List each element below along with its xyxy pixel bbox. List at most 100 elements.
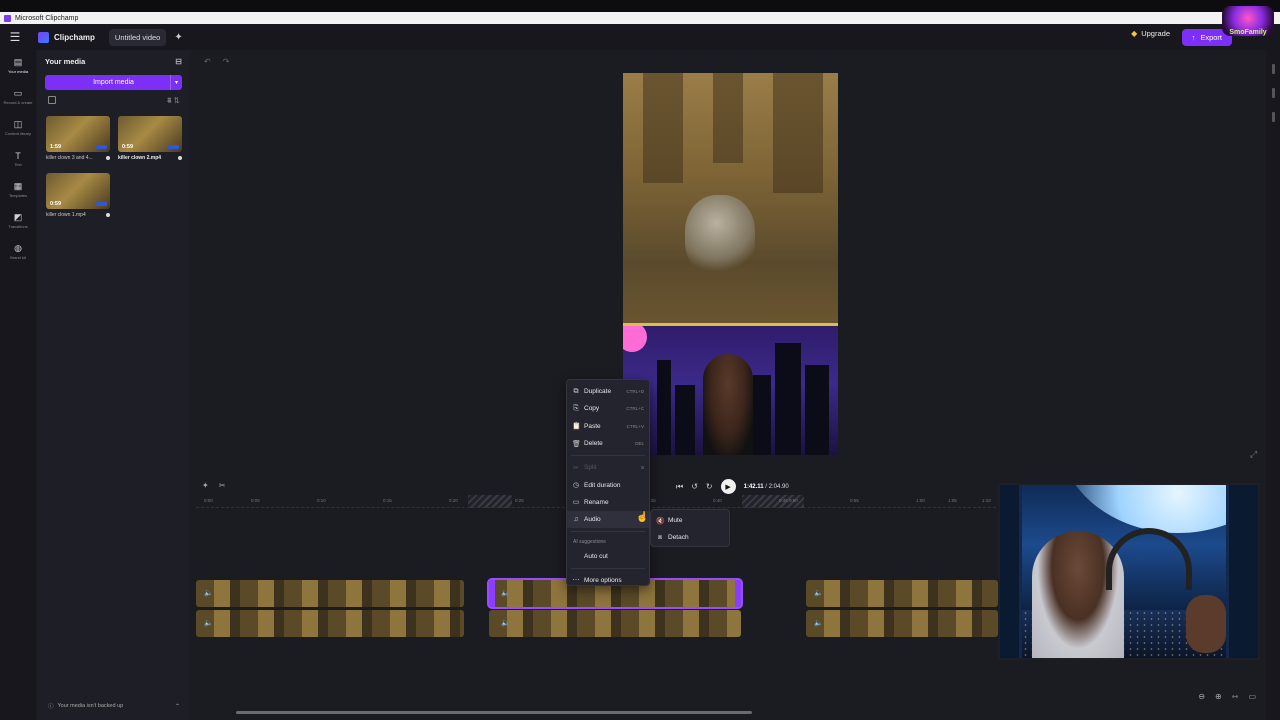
clipchamp-logo-icon (38, 31, 49, 43)
split-icon: ✂ (573, 464, 579, 472)
backup-notice-text: Your media isn't backed up (57, 703, 124, 709)
menu-icon[interactable]: ☰ (0, 24, 30, 50)
menu-item-detach[interactable]: ⧈ Detach (651, 529, 729, 546)
gameplay-preview (623, 73, 838, 326)
rail-item-transitions[interactable]: ◩ Transitions (0, 205, 36, 236)
chevron-up-icon[interactable]: ⌃ (175, 703, 180, 710)
mute-speaker-icon: 🔇 (656, 517, 665, 525)
fullscreen-icon[interactable]: ⤢ (1250, 449, 1257, 460)
speaker-icon: 🔈 (501, 620, 510, 627)
filter-sort-icon[interactable]: ⩩ ⇅ (167, 96, 180, 106)
panel-handle[interactable] (1271, 112, 1275, 122)
diamond-icon: ◆ (1131, 29, 1138, 38)
clip-context-menu: ⧉ Duplicate CTRL+D ⎘ Copy CTRL+C 📋 Paste… (566, 379, 650, 586)
media-item[interactable]: 0:59 killer clown 1.mp4 (46, 173, 110, 218)
rail-item-templates[interactable]: ▦ Templates (0, 174, 36, 205)
menu-item-label: Mute (668, 517, 683, 525)
ruler-tick: 1:10 (982, 498, 991, 503)
zoom-out-icon[interactable]: ⊖ (1198, 692, 1205, 701)
more-dots-icon: ⋯ (572, 577, 580, 585)
skip-back-icon[interactable]: ⏮ (676, 482, 683, 492)
rail-item-content-library[interactable]: ◫ Content library (0, 112, 36, 143)
menu-item-paste[interactable]: 📋 Paste CTRL+V (567, 418, 649, 435)
menu-item-label: Rename (584, 498, 609, 506)
menu-item-label: Audio (584, 516, 601, 524)
streamer-logo-overlay: SmoFamily (1222, 6, 1274, 36)
rename-icon: ▭ (572, 499, 580, 507)
collapse-panel-icon[interactable]: ⊟ (175, 57, 182, 66)
video-clip[interactable]: 🔈 (489, 610, 741, 637)
camera-icon: ▭ (13, 88, 23, 98)
project-name-field[interactable]: Untitled video (108, 28, 167, 46)
ai-suggestions-heading: AI suggestions (573, 539, 606, 546)
video-clip[interactable]: 🔈 (196, 580, 464, 607)
menu-item-auto-cut[interactable]: Auto cut (567, 547, 649, 564)
menu-item-rename[interactable]: ▭ Rename (567, 494, 649, 511)
split-scissors-icon[interactable]: ✂ (219, 481, 226, 490)
menu-item-shortcut: S (640, 465, 644, 471)
import-media-button[interactable]: Import media ▾ (45, 75, 182, 90)
video-clip[interactable]: 🔈 (196, 610, 464, 637)
transitions-icon: ◩ (13, 212, 23, 222)
fit-timeline-icon[interactable]: ⇿ (1232, 692, 1239, 701)
speaker-icon: 🔈 (204, 620, 213, 627)
media-item[interactable]: 0:59 killer clown 2.mp4 (118, 116, 182, 161)
menu-item-more-options[interactable]: ⋯ More options (567, 572, 649, 589)
clock-icon: ◷ (572, 482, 580, 490)
video-clip[interactable]: 🔈 (806, 580, 998, 607)
chevron-down-icon[interactable]: ▾ (170, 75, 182, 90)
forward-5s-icon[interactable]: ↻ (706, 482, 713, 491)
media-item[interactable]: 1:59 killer clown 3 and 4... (46, 116, 110, 161)
audio-bar (95, 145, 107, 149)
undo-icon[interactable]: ↶ (204, 57, 211, 66)
menu-divider (571, 531, 645, 533)
ruler-tick: 0:25 (515, 498, 524, 503)
timeline-scrollbar[interactable] (236, 711, 752, 714)
speaker-icon: 🔈 (814, 590, 823, 597)
expand-timeline-icon[interactable]: ▭ (1248, 692, 1256, 701)
backup-notice[interactable]: ⓘ Your media isn't backed up ⌃ (48, 702, 180, 710)
zoom-in-icon[interactable]: ⊕ (1215, 692, 1222, 701)
mouse-pointer-icon: ☝ (636, 512, 649, 523)
playback-controls: ⏮ ↺ ↻ ▶ 1:42.11 / 2:04.90 (676, 479, 789, 494)
menu-item-mute[interactable]: 🔇 Mute (651, 512, 729, 529)
video-clip[interactable]: 🔈 (806, 610, 998, 637)
rewind-5s-icon[interactable]: ↺ (691, 482, 698, 491)
menu-item-edit-duration[interactable]: ◷ Edit duration (567, 476, 649, 493)
menu-item-delete[interactable]: 🗑 Delete DEL (567, 435, 649, 452)
magic-tool-icon[interactable]: ✦ (202, 481, 209, 490)
import-media-label: Import media (93, 79, 134, 86)
rail-item-your-media[interactable]: ▤ Your media (0, 50, 36, 81)
upgrade-button[interactable]: ◆ Upgrade (1131, 29, 1170, 38)
ruler-tick: 0:10 (317, 498, 326, 503)
redo-icon[interactable]: ↷ (223, 57, 230, 66)
rail-item-record-create[interactable]: ▭ Record & create (0, 81, 36, 112)
select-all-checkbox[interactable] (48, 96, 56, 104)
ruler-tick: 1:05 (948, 498, 957, 503)
ruler-tick: 1:00 (916, 498, 925, 503)
timeline-tools: ✦ ✂ (202, 481, 225, 490)
music-note-icon: ♫ (573, 516, 579, 524)
export-icon: ↑ (1191, 33, 1196, 42)
trim-handle-right[interactable] (735, 580, 741, 607)
right-properties-strip (1266, 50, 1280, 720)
rail-label: Text (14, 161, 22, 167)
menu-item-label: Detach (668, 534, 689, 542)
rail-item-brand-kit[interactable]: ◍ Brand kit (0, 236, 36, 267)
ruler-tick: 0:15 (383, 498, 392, 503)
app-icon (4, 14, 11, 22)
menu-item-duplicate[interactable]: ⧉ Duplicate CTRL+D (567, 383, 649, 400)
menu-item-shortcut: CTRL+C (626, 406, 644, 412)
panel-handle[interactable] (1271, 64, 1275, 74)
panel-handle[interactable] (1271, 88, 1275, 98)
video-preview[interactable] (623, 73, 838, 455)
status-dot-icon (106, 213, 110, 217)
rail-label: Transitions (8, 224, 28, 229)
menu-item-copy[interactable]: ⎘ Copy CTRL+C (567, 400, 649, 417)
rail-item-text[interactable]: T Text (0, 143, 36, 174)
media-name: killer clown 2.mp4 (118, 155, 162, 161)
rail-label: Record & create (3, 100, 33, 105)
trim-handle-left[interactable] (489, 580, 495, 607)
play-button[interactable]: ▶ (720, 479, 736, 494)
magic-wand-icon[interactable]: ✦ (174, 32, 182, 43)
